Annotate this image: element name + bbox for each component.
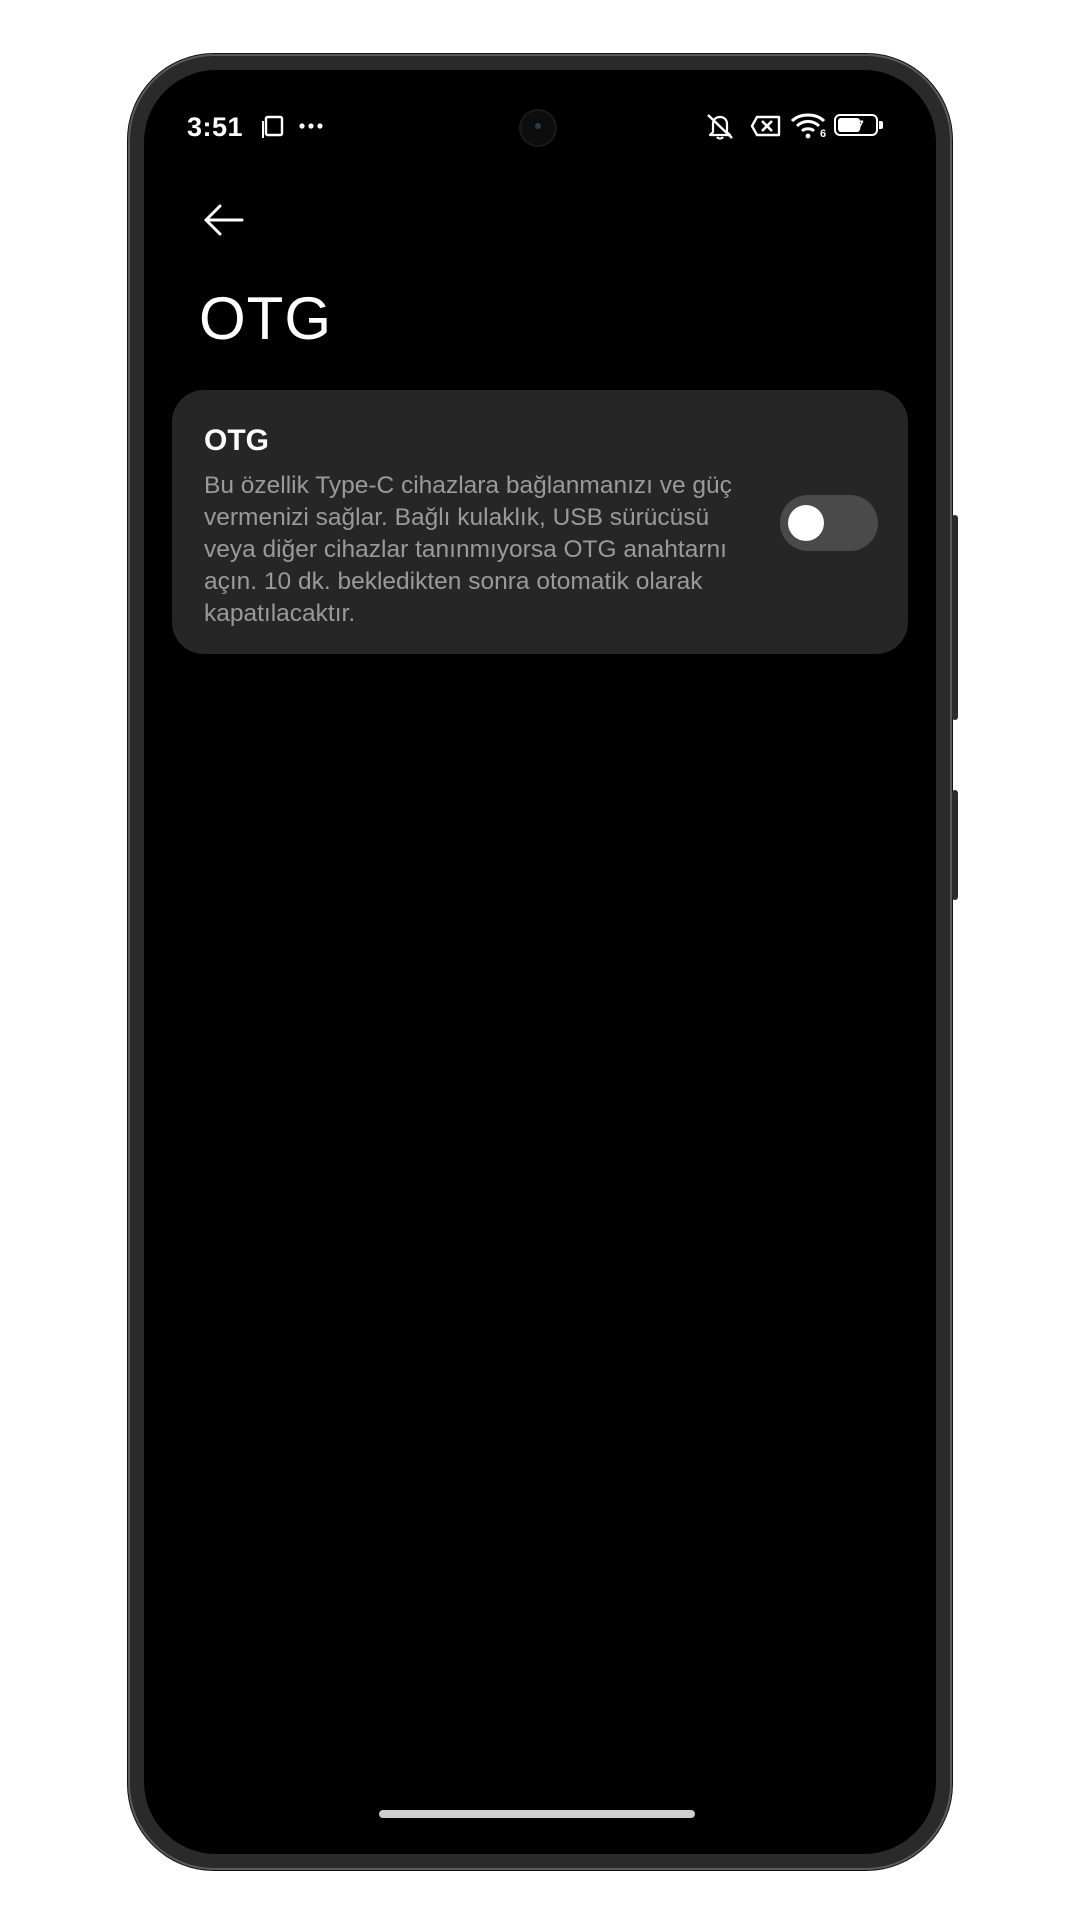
back-button[interactable]	[194, 190, 254, 250]
arrow-left-icon	[204, 204, 244, 236]
otg-setting-description: Bu özellik Type-C cihazlara bağlanmanızı…	[204, 472, 732, 627]
otg-setting-title: OTG	[204, 424, 269, 457]
more-dots-icon	[299, 123, 323, 129]
toggle-knob	[788, 505, 824, 541]
sim-error-icon	[750, 115, 781, 137]
home-indicator[interactable]	[379, 1810, 695, 1818]
otg-setting-card: OTG Bu özellik Type-C cihazlara bağlanma…	[172, 390, 908, 654]
otg-toggle[interactable]	[780, 495, 878, 551]
wifi-badge: 6	[820, 128, 827, 140]
battery-icon: 57	[834, 114, 883, 136]
page-title: OTG	[199, 285, 332, 352]
screenshot-icon	[262, 115, 284, 138]
power-button	[952, 515, 958, 720]
battery-level-text: 57	[848, 117, 864, 133]
status-time: 3:51	[187, 112, 244, 142]
screen: 3:51 6 57 OTG OTG Bu özellik Type-C ciha…	[144, 70, 936, 1854]
volume-button	[952, 790, 958, 900]
mute-bell-icon	[707, 114, 733, 140]
front-camera	[521, 111, 555, 145]
status-bar: 3:51 6 57	[144, 70, 936, 180]
